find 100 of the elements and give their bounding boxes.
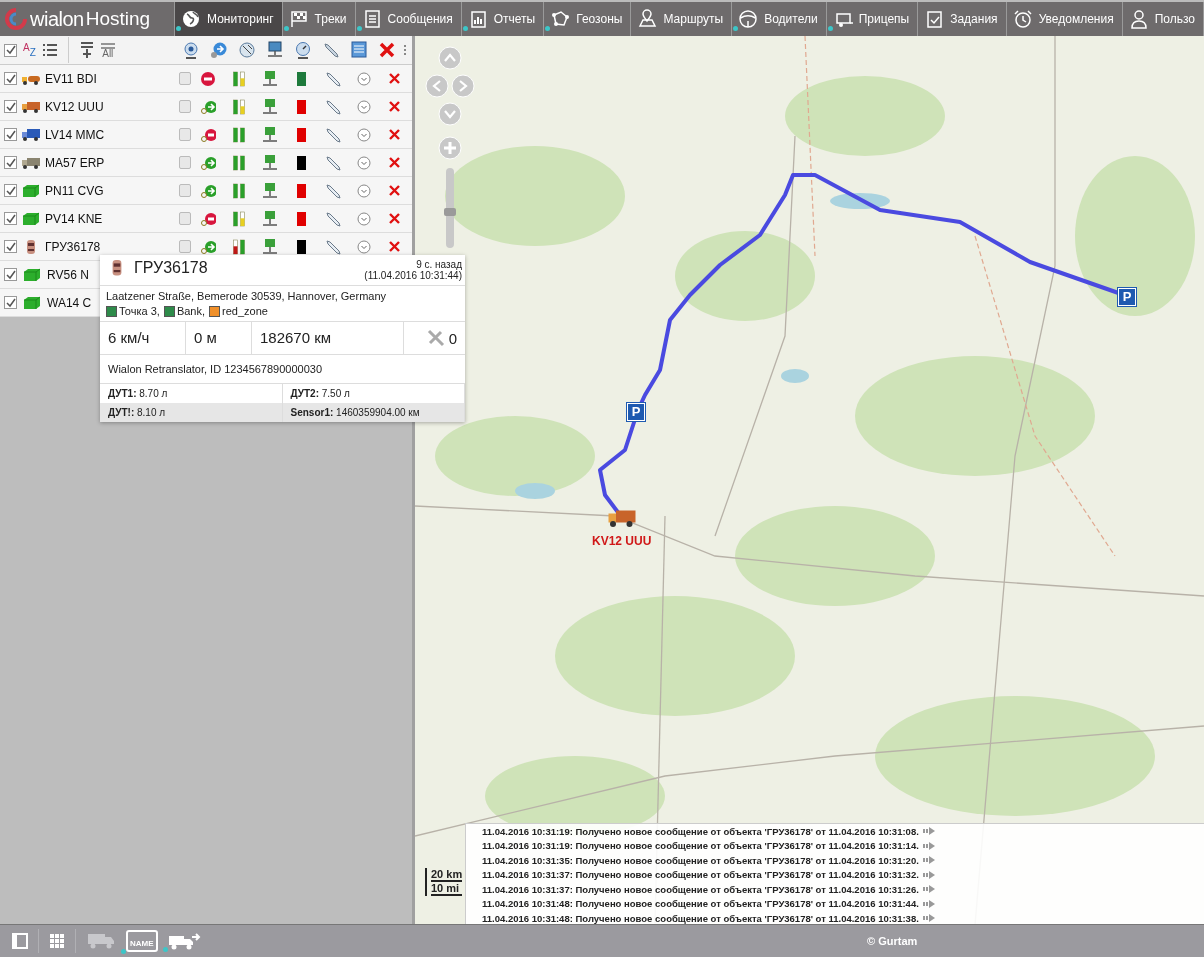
arrow-icon[interactable] bbox=[922, 884, 937, 895]
row-checkbox[interactable] bbox=[4, 212, 17, 225]
delete-icon[interactable] bbox=[378, 41, 396, 59]
unit-name[interactable]: MA57 ERP bbox=[45, 155, 172, 170]
unit-title: ГРУ36178 bbox=[134, 259, 208, 277]
watch-checkbox[interactable] bbox=[179, 184, 191, 197]
dropdown-icon[interactable] bbox=[356, 127, 371, 142]
unit-name[interactable]: PV14 KNE bbox=[45, 211, 172, 226]
more-options-icon[interactable] bbox=[402, 45, 408, 55]
zoom-slider[interactable] bbox=[446, 168, 454, 248]
row-checkbox[interactable] bbox=[4, 240, 17, 253]
satellite-dish-icon[interactable] bbox=[238, 41, 256, 59]
dropdown-icon[interactable] bbox=[356, 239, 371, 254]
watch-checkbox[interactable] bbox=[179, 240, 191, 253]
logo-text: Hosting bbox=[85, 8, 151, 30]
log-message: 11.04.2016 10:31:48: Получено новое сообщение от объекта 'ГРУ36178' от 11.04.2016 10:31:44. bbox=[482, 898, 919, 910]
computer-network-icon[interactable] bbox=[266, 41, 284, 59]
delete-icon[interactable] bbox=[389, 73, 401, 84]
wrench-icon[interactable] bbox=[323, 209, 342, 228]
wrench-icon[interactable] bbox=[323, 181, 342, 200]
arrow-icon[interactable] bbox=[922, 869, 937, 880]
dropdown-icon[interactable] bbox=[356, 155, 371, 170]
log-message: 11.04.2016 10:31:37: Получено новое сообщение от объекта 'ГРУ36178' от 11.04.2016 10:31:32. bbox=[482, 869, 919, 881]
row-checkbox[interactable] bbox=[4, 100, 17, 113]
network-icon bbox=[262, 237, 279, 256]
wrench-icon[interactable] bbox=[323, 153, 342, 172]
gauge-icon[interactable] bbox=[294, 41, 312, 59]
network-icon bbox=[262, 209, 279, 228]
satellite-count: 0 bbox=[448, 329, 457, 347]
dropdown-icon[interactable] bbox=[356, 71, 371, 86]
unit-name[interactable]: LV14 MMC bbox=[45, 127, 172, 142]
parking-marker[interactable]: P bbox=[1118, 288, 1136, 306]
truck-icon bbox=[21, 126, 41, 143]
stat-value: 182670 км bbox=[252, 322, 404, 354]
delete-icon[interactable] bbox=[389, 185, 401, 196]
unit-name[interactable]: PN11 CVG bbox=[45, 183, 172, 198]
time-ago: 9 с. назад bbox=[416, 259, 462, 270]
row-checkbox[interactable] bbox=[4, 128, 17, 141]
delete-icon[interactable] bbox=[389, 241, 401, 252]
table-menu-icon[interactable] bbox=[350, 41, 368, 59]
row-checkbox[interactable] bbox=[4, 268, 17, 281]
geofence-name[interactable]: red_zone bbox=[222, 305, 268, 317]
network-icon bbox=[262, 181, 279, 200]
wrench-icon[interactable] bbox=[323, 125, 342, 144]
wrench-icon[interactable] bbox=[323, 97, 342, 116]
polygon-icon bbox=[550, 9, 571, 29]
scale-label: 20 km bbox=[431, 868, 463, 882]
row-checkbox[interactable] bbox=[4, 296, 17, 309]
parking-marker[interactable]: P bbox=[627, 403, 645, 421]
unit-label[interactable]: KV12 UUU bbox=[592, 534, 652, 548]
user-icon bbox=[1128, 9, 1149, 29]
geofence-name[interactable]: Точка 3, bbox=[119, 305, 160, 317]
unit-name[interactable]: ГРУ36178 bbox=[45, 239, 172, 254]
container-icon bbox=[21, 182, 41, 199]
delete-icon[interactable] bbox=[389, 213, 401, 224]
log-message: 11.04.2016 10:31:35: Получено новое сообщение от объекта 'ГРУ36178' от 11.04.2016 10:31:20. bbox=[482, 854, 919, 866]
list-icon[interactable] bbox=[41, 42, 58, 58]
dropdown-icon[interactable] bbox=[356, 99, 371, 114]
log-message: 11.04.2016 10:31:19: Получено новое сообщение от объекта 'ГРУ36178' от 11.04.2016 10:31:08. bbox=[482, 825, 919, 837]
show-all-button[interactable]: All bbox=[100, 42, 115, 58]
delete-icon[interactable] bbox=[389, 129, 401, 140]
wrench-icon[interactable] bbox=[322, 41, 340, 59]
watch-checkbox[interactable] bbox=[179, 100, 191, 113]
container-icon bbox=[22, 266, 42, 283]
dropdown-icon[interactable] bbox=[356, 211, 371, 226]
webcam-icon[interactable] bbox=[182, 41, 200, 59]
watch-checkbox[interactable] bbox=[179, 128, 191, 141]
delete-icon[interactable] bbox=[389, 157, 401, 168]
panel-icon[interactable] bbox=[12, 933, 28, 949]
stat-value: 6 км/ч bbox=[100, 322, 186, 354]
watch-checkbox[interactable] bbox=[179, 212, 191, 225]
grid-icon[interactable] bbox=[49, 933, 65, 949]
arrow-icon[interactable] bbox=[922, 898, 937, 909]
log-message: 11.04.2016 10:31:37: Получено новое сообщение от объекта 'ГРУ36178' от 11.04.2016 10:31:26. bbox=[482, 883, 919, 895]
dropdown-icon[interactable] bbox=[356, 183, 371, 198]
row-checkbox[interactable] bbox=[4, 72, 17, 85]
wrench-icon[interactable] bbox=[323, 69, 342, 88]
watch-checkbox[interactable] bbox=[179, 156, 191, 169]
container-icon bbox=[22, 294, 42, 311]
arrow-icon[interactable] bbox=[922, 855, 937, 866]
arrow-icon[interactable] bbox=[922, 913, 937, 924]
row-checkbox[interactable] bbox=[4, 156, 17, 169]
copyright: © Gurtam bbox=[867, 935, 918, 947]
lake bbox=[830, 193, 890, 209]
geofence-name[interactable]: Bank, bbox=[176, 305, 205, 317]
watch-checkbox[interactable] bbox=[179, 72, 191, 85]
add-to-list-icon[interactable] bbox=[78, 41, 95, 59]
network-icon bbox=[262, 69, 279, 88]
truck-arrow-icon[interactable] bbox=[167, 932, 202, 950]
logo-text: wialon bbox=[30, 7, 84, 31]
select-all-checkbox[interactable] bbox=[4, 43, 17, 57]
delete-icon[interactable] bbox=[389, 101, 401, 112]
arrow-icon[interactable] bbox=[922, 826, 937, 837]
arrow-icon[interactable] bbox=[922, 840, 937, 851]
row-checkbox[interactable] bbox=[4, 184, 17, 197]
address: Laatzener Straße, Bemerode 30539, Hannover, Germany bbox=[106, 290, 388, 302]
sort-button[interactable]: AZ bbox=[23, 42, 36, 58]
unit-name[interactable]: KV12 UUU bbox=[45, 99, 172, 114]
unit-name[interactable]: EV11 BDI bbox=[45, 71, 172, 86]
nav-tab[interactable]: Мониторинг bbox=[175, 2, 283, 36]
